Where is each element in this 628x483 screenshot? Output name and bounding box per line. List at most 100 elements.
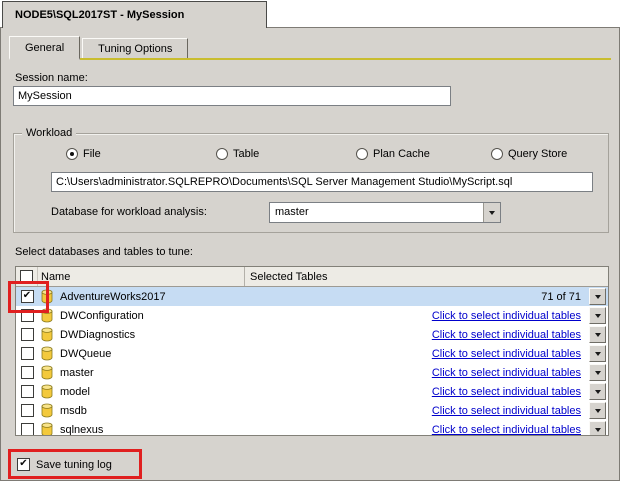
database-icon bbox=[40, 327, 54, 342]
selected-tables-value[interactable]: Click to select individual tables bbox=[432, 424, 581, 436]
row-name-cell: model bbox=[38, 384, 245, 399]
chevron-down-icon bbox=[594, 370, 601, 375]
selected-tables-value[interactable]: Click to select individual tables bbox=[432, 348, 581, 360]
column-header-selected-tables[interactable]: Selected Tables bbox=[245, 271, 608, 283]
radio-circle[interactable] bbox=[356, 148, 368, 160]
db-name: DWQueue bbox=[60, 347, 112, 360]
selected-tables-value[interactable]: Click to select individual tables bbox=[432, 386, 581, 398]
database-icon bbox=[40, 403, 54, 418]
row-tables-cell: Click to select individual tables bbox=[245, 345, 608, 362]
radio-label: Table bbox=[233, 148, 260, 160]
row-dropdown-button[interactable] bbox=[589, 326, 606, 343]
chevron-down-icon bbox=[594, 389, 601, 394]
row-checkbox[interactable] bbox=[20, 328, 34, 341]
document-tab[interactable]: NODE5\SQL2017ST - MySession bbox=[2, 1, 267, 28]
radio-label: File bbox=[83, 148, 101, 160]
radio-label: Query Store bbox=[508, 148, 568, 160]
document-tab-title: NODE5\SQL2017ST - MySession bbox=[15, 9, 185, 21]
row-name-cell: DWQueue bbox=[38, 346, 245, 361]
row-tables-cell: 71 of 71 bbox=[245, 288, 608, 305]
row-check-cell bbox=[16, 328, 38, 341]
workload-group-label: Workload bbox=[22, 127, 77, 139]
selected-tables-value[interactable]: Click to select individual tables bbox=[432, 329, 581, 341]
row-tables-cell: Click to select individual tables bbox=[245, 364, 608, 381]
row-tables-cell: Click to select individual tables bbox=[245, 402, 608, 419]
database-row[interactable]: sqlnexus Click to select individual tabl… bbox=[16, 420, 608, 436]
db-name: sqlnexus bbox=[60, 423, 104, 436]
row-name-cell: DWDiagnostics bbox=[38, 327, 245, 342]
database-row[interactable]: DWQueue Click to select individual table… bbox=[16, 344, 608, 363]
database-icon bbox=[40, 346, 54, 361]
column-header-name[interactable]: Name bbox=[38, 267, 245, 286]
row-checkbox[interactable] bbox=[20, 385, 34, 398]
chevron-down-icon bbox=[594, 313, 601, 318]
database-icon bbox=[40, 422, 54, 435]
row-check-cell bbox=[16, 404, 38, 417]
row-check-cell bbox=[16, 423, 38, 435]
combobox-dropdown-button[interactable] bbox=[483, 203, 500, 222]
chevron-down-icon bbox=[594, 351, 601, 356]
database-row[interactable]: DWDiagnostics Click to select individual… bbox=[16, 325, 608, 344]
annotation-highlight-save-log bbox=[8, 449, 142, 479]
row-dropdown-button[interactable] bbox=[589, 345, 606, 362]
row-name-cell: msdb bbox=[38, 403, 245, 418]
db-name: DWConfiguration bbox=[60, 309, 144, 322]
selected-tables-value[interactable]: Click to select individual tables bbox=[432, 405, 581, 417]
session-name-input[interactable] bbox=[13, 86, 451, 106]
database-row[interactable]: msdb Click to select individual tables bbox=[16, 401, 608, 420]
row-name-cell: master bbox=[38, 365, 245, 380]
row-name-cell: AdventureWorks2017 bbox=[38, 289, 245, 304]
annotation-highlight-db-checkbox bbox=[8, 281, 49, 313]
selected-tables-value[interactable]: Click to select individual tables bbox=[432, 367, 581, 379]
selected-tables-value[interactable]: 71 of 71 bbox=[541, 291, 581, 303]
database-row[interactable]: AdventureWorks2017 71 of 71 bbox=[16, 287, 608, 306]
db-name: model bbox=[60, 385, 90, 398]
tab-tuning-options-label: Tuning Options bbox=[98, 42, 173, 55]
row-checkbox[interactable] bbox=[20, 404, 34, 417]
row-dropdown-button[interactable] bbox=[589, 383, 606, 400]
radio-file[interactable]: File bbox=[66, 148, 216, 160]
row-checkbox[interactable] bbox=[20, 366, 34, 379]
database-analysis-value: master bbox=[275, 206, 309, 218]
chevron-down-icon bbox=[594, 332, 601, 337]
row-check-cell bbox=[16, 347, 38, 360]
row-checkbox[interactable] bbox=[20, 423, 34, 435]
row-dropdown-button[interactable] bbox=[589, 307, 606, 324]
database-row[interactable]: model Click to select individual tables bbox=[16, 382, 608, 401]
row-dropdown-button[interactable] bbox=[589, 421, 606, 435]
radio-plan-cache[interactable]: Plan Cache bbox=[356, 148, 491, 160]
row-tables-cell: Click to select individual tables bbox=[245, 326, 608, 343]
radio-circle[interactable] bbox=[216, 148, 228, 160]
radio-query-store[interactable]: Query Store bbox=[491, 148, 567, 160]
tune-section-label: Select databases and tables to tune: bbox=[15, 246, 193, 258]
chevron-down-icon bbox=[594, 427, 601, 432]
selected-tables-value[interactable]: Click to select individual tables bbox=[432, 310, 581, 322]
row-name-cell: sqlnexus bbox=[38, 422, 245, 436]
database-table: Name Selected Tables AdventureWorks2017 … bbox=[15, 266, 609, 436]
database-analysis-combobox[interactable]: master bbox=[269, 202, 501, 223]
session-panel: General Tuning Options Session name: Wor… bbox=[0, 27, 620, 481]
row-name-cell: DWConfiguration bbox=[38, 308, 245, 323]
row-dropdown-button[interactable] bbox=[589, 288, 606, 305]
db-name: master bbox=[60, 366, 94, 379]
row-tables-cell: Click to select individual tables bbox=[245, 307, 608, 324]
tab-tuning-options[interactable]: Tuning Options bbox=[82, 38, 189, 58]
tab-general-label: General bbox=[25, 41, 65, 54]
radio-circle[interactable] bbox=[66, 148, 78, 160]
row-dropdown-button[interactable] bbox=[589, 402, 606, 419]
radio-circle[interactable] bbox=[491, 148, 503, 160]
chevron-down-icon bbox=[489, 210, 495, 215]
workload-file-input[interactable] bbox=[51, 172, 593, 192]
database-icon bbox=[40, 384, 54, 399]
row-dropdown-button[interactable] bbox=[589, 364, 606, 381]
row-checkbox[interactable] bbox=[20, 347, 34, 360]
database-table-body: AdventureWorks2017 71 of 71 DWConfigurat… bbox=[16, 287, 608, 436]
database-row[interactable]: DWConfiguration Click to select individu… bbox=[16, 306, 608, 325]
tab-general[interactable]: General bbox=[9, 36, 81, 60]
db-name: DWDiagnostics bbox=[60, 328, 136, 341]
chevron-down-icon bbox=[594, 294, 601, 299]
radio-label: Plan Cache bbox=[373, 148, 430, 160]
radio-table[interactable]: Table bbox=[216, 148, 356, 160]
database-analysis-label: Database for workload analysis: bbox=[51, 206, 207, 218]
database-row[interactable]: master Click to select individual tables bbox=[16, 363, 608, 382]
